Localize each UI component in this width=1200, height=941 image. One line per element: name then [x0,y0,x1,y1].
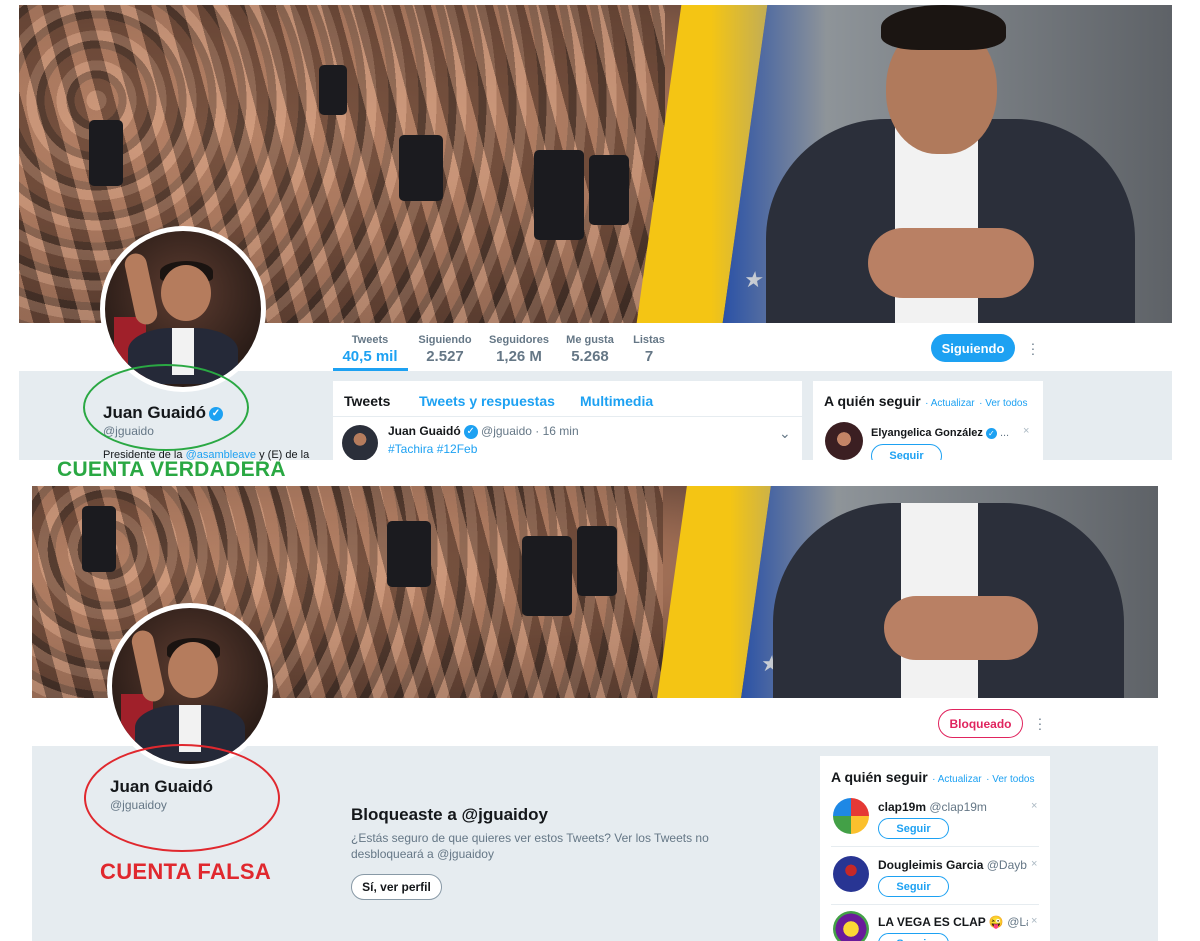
view-profile-button[interactable]: Sí, ver perfil [351,874,442,900]
stat-tweets[interactable]: Tweets 40,5 mil [335,334,405,365]
tab-tweets-replies[interactable]: Tweets y respuestas [419,393,555,409]
highlight-ellipse-fake [84,744,280,852]
stat-lists[interactable]: Listas 7 [630,334,668,365]
who-to-follow-fake: A quién seguir · Actualizar · Ver todos … [820,756,1050,941]
follow-button[interactable]: Seguir [878,876,949,897]
verified-badge-icon: ✓ [463,424,478,439]
tab-media[interactable]: Multimedia [580,393,653,409]
chevron-down-icon[interactable]: ⌄ [779,425,791,442]
suggestion-avatar[interactable] [833,911,869,941]
refresh-link[interactable]: · Actualizar [925,398,974,409]
highlight-ellipse-real [83,364,249,451]
annotation-real: CUENTA VERDADERA [57,458,286,481]
refresh-link[interactable]: · Actualizar [932,774,981,785]
suggestion-avatar[interactable] [825,422,863,460]
tab-tweets[interactable]: Tweets [344,393,390,409]
follow-button[interactable]: Seguir [871,444,942,460]
blocked-title: Bloqueaste a @jguaidoy [351,805,549,824]
tweet-header: Juan Guaidó ✓ @jguaido · 16 min [388,424,579,439]
stat-followers[interactable]: Seguidores 1,26 M [485,334,553,365]
person-image [730,486,1158,698]
suggestion-avatar[interactable] [833,856,869,892]
verified-badge-icon: ✓ [985,427,997,439]
tweet-text[interactable]: #Tachira #12Feb [388,442,477,456]
view-all-link[interactable]: · Ver todos [979,398,1027,409]
annotation-fake: CUENTA FALSA [100,859,272,884]
following-button[interactable]: Siguiendo [931,334,1015,362]
tweet-avatar[interactable] [342,425,378,460]
person-image [710,5,1172,323]
stat-likes[interactable]: Me gusta 5.268 [560,334,620,365]
blocked-button[interactable]: Bloqueado [938,709,1023,738]
close-icon[interactable]: × [1031,800,1037,812]
suggestion-item[interactable]: LA VEGA ES CLAP 😜 @La... [878,915,1028,929]
who-to-follow-real: A quién seguir · Actualizar · Ver todos … [813,381,1043,460]
more-options-icon[interactable]: · · · [1030,336,1036,360]
follow-button[interactable]: Seguir [878,818,949,839]
close-icon[interactable]: × [1031,858,1037,870]
suggestion-avatar[interactable] [833,798,869,834]
suggestion-item[interactable]: Dougleimis Garcia @Dayb... [878,858,1028,872]
suggestion-item[interactable]: Elyangelica González ✓ ... [871,427,1031,439]
follow-button[interactable]: Seguir [878,933,949,941]
suggestion-item[interactable]: clap19m @clap19m [878,800,987,814]
view-all-link[interactable]: · Ver todos [986,774,1034,785]
more-options-icon[interactable]: · · · [1037,711,1043,735]
blocked-message: ¿Estás seguro de que quieres ver estos T… [351,831,709,861]
close-icon[interactable]: × [1031,915,1037,927]
timeline-card-real: Tweets Tweets y respuestas Multimedia Ju… [333,381,802,460]
close-icon[interactable]: × [1023,425,1029,437]
stat-following[interactable]: Siguiendo 2.527 [412,334,478,365]
